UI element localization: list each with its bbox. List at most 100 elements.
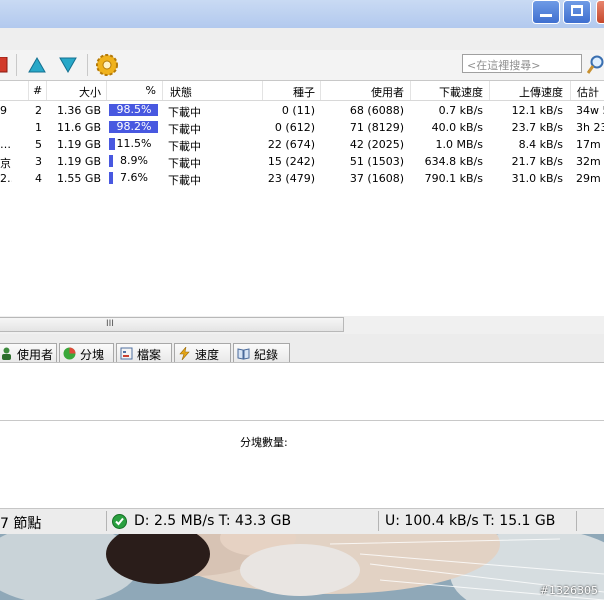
status-cell: 下載中 (168, 106, 201, 119)
scrollbar-thumb[interactable]: III (0, 317, 344, 332)
size-cell: 1.36 GB (56, 104, 101, 117)
tab-files[interactable]: 檔案 (116, 343, 172, 362)
column-header-number[interactable]: # (33, 84, 42, 97)
peers-cell: 37 (1608) (349, 172, 404, 185)
menu-strip (0, 28, 604, 50)
status-cell: 下載中 (168, 123, 201, 136)
eta-cell: 29m 4 (576, 172, 604, 185)
close-window-button[interactable] (596, 0, 604, 24)
desktop-wallpaper: #1326305 (0, 534, 604, 600)
progress-percent: 11.5% (116, 137, 152, 150)
minimize-button[interactable] (532, 0, 560, 24)
progress-bar: 98.2% (109, 121, 159, 133)
torrent-name-cell: … (0, 138, 11, 151)
seeds-cell: 15 (242) (267, 155, 315, 168)
progress-bar: 7.6% (109, 172, 159, 184)
status-cell: 下載中 (168, 157, 201, 170)
tab-logger[interactable]: 紀錄 (233, 343, 290, 362)
queue-number-cell: 5 (35, 138, 42, 151)
dht-nodes-status[interactable]: 7 節點 (0, 513, 41, 533)
network-ok-icon[interactable] (112, 514, 127, 529)
move-down-icon[interactable] (58, 56, 78, 74)
eta-cell: 3h 23n (576, 121, 604, 134)
torrent-row[interactable]: 2… 4 1.55 GB 下載中 23 (479) 37 (1608) 790.1 kB/s… (0, 170, 604, 188)
torrent-row[interactable]: 1 11.6 GB 下載中 0 (612) 71 (8129) 40.0 kB/s 23.7… (0, 119, 604, 137)
column-header-down-speed[interactable]: 下載速度 (410, 84, 483, 100)
toolbar: <在這裡搜尋> (0, 50, 604, 81)
down-speed-cell: 0.7 kB/s (438, 104, 483, 117)
tab-label: 使用者 (17, 348, 54, 362)
torrent-name-cell: 2… (0, 172, 12, 185)
maximize-button[interactable] (563, 0, 591, 24)
pieces-icon (63, 347, 76, 360)
progress-percent: 7.6% (120, 171, 148, 184)
queue-number-cell: 2 (35, 104, 42, 117)
minimize-icon (540, 14, 552, 17)
status-cell: 下載中 (168, 174, 201, 187)
cat-wallpaper-image (0, 534, 604, 600)
pieces-panel: 分塊數量: (0, 362, 604, 509)
progress-bar: 98.5% (109, 104, 159, 116)
speed-icon (179, 347, 190, 360)
eta-cell: 34w 5 (576, 104, 604, 117)
toolbar-separator (87, 54, 88, 76)
peers-cell: 42 (2025) (349, 138, 404, 151)
logger-icon (237, 348, 250, 360)
tab-label: 紀錄 (254, 348, 279, 362)
up-speed-cell: 31.0 kB/s (511, 172, 563, 185)
pieces-count-label: 分塊數量: (240, 436, 288, 449)
peers-cell: 51 (1503) (349, 155, 404, 168)
column-header-eta[interactable]: 估計 (577, 84, 599, 100)
settings-gear-icon[interactable] (95, 53, 119, 77)
tab-speed[interactable]: 速度 (174, 343, 231, 362)
files-icon (120, 347, 133, 360)
seeds-cell: 22 (674) (267, 138, 315, 151)
torrent-row[interactable]: 京… 3 1.19 GB 下載中 15 (242) 51 (1503) 634.8 kB/s… (0, 153, 604, 171)
upload-status[interactable]: U: 100.4 kB/s T: 15.1 GB (385, 513, 555, 529)
size-cell: 1.55 GB (56, 172, 101, 185)
progress-percent: 98.2% (116, 120, 152, 133)
panel-divider (0, 420, 604, 421)
progress-percent: 8.9% (120, 154, 148, 167)
horizontal-scrollbar[interactable]: III (0, 316, 604, 334)
detail-tabs: 使用者 分塊 檔案 速度 紀錄 (0, 334, 604, 362)
column-header-percent[interactable]: % (106, 84, 156, 97)
peers-cell: 71 (8129) (349, 121, 404, 134)
down-speed-cell: 634.8 kB/s (424, 155, 483, 168)
column-header-peers[interactable]: 使用者 (320, 84, 404, 100)
up-speed-cell: 23.7 kB/s (511, 121, 563, 134)
queue-number-cell: 1 (35, 121, 42, 134)
eta-cell: 32m 3 (576, 155, 604, 168)
progress-bar: 11.5% (109, 138, 159, 150)
download-status[interactable]: D: 2.5 MB/s T: 43.3 GB (134, 513, 291, 529)
move-up-icon[interactable] (27, 56, 47, 74)
queue-number-cell: 3 (35, 155, 42, 168)
tab-pieces[interactable]: 分塊 (59, 343, 114, 362)
maximize-icon (571, 5, 583, 16)
peers-cell: 68 (6088) (349, 104, 404, 117)
up-speed-cell: 21.7 kB/s (511, 155, 563, 168)
tab-label: 速度 (195, 348, 220, 362)
column-header-up-speed[interactable]: 上傳速度 (489, 84, 563, 100)
queue-number-cell: 4 (35, 172, 42, 185)
search-icon[interactable] (587, 55, 604, 75)
toolbar-separator (16, 54, 17, 76)
column-header-status[interactable]: 狀態 (170, 84, 192, 100)
column-header-size[interactable]: 大小 (46, 84, 101, 100)
torrent-row[interactable]: … 5 1.19 GB 下載中 22 (674) 42 (2025) 1.0 MB/s 8.4… (0, 136, 604, 154)
column-header-seeds[interactable]: 種子 (262, 84, 315, 100)
up-speed-cell: 12.1 kB/s (511, 104, 563, 117)
search-input[interactable]: <在這裡搜尋> (462, 54, 582, 73)
torrent-list-header: # 大小 % 狀態 種子 使用者 下載速度 上傳速度 估計 (0, 81, 604, 101)
seeds-cell: 0 (11) (281, 104, 315, 117)
down-speed-cell: 790.1 kB/s (424, 172, 483, 185)
torrent-row[interactable]: 9 2 1.36 GB 下載中 0 (11) 68 (6088) 0.7 kB/s 12.1 … (0, 102, 604, 120)
down-speed-cell: 40.0 kB/s (431, 121, 483, 134)
size-cell: 1.19 GB (56, 155, 101, 168)
scrollbar-grip: III (106, 319, 114, 329)
stop-icon[interactable] (0, 57, 8, 73)
progress-bar: 8.9% (109, 155, 159, 167)
tab-peers[interactable]: 使用者 (0, 343, 57, 362)
tab-label: 分塊 (80, 348, 105, 362)
up-speed-cell: 8.4 kB/s (518, 138, 563, 151)
